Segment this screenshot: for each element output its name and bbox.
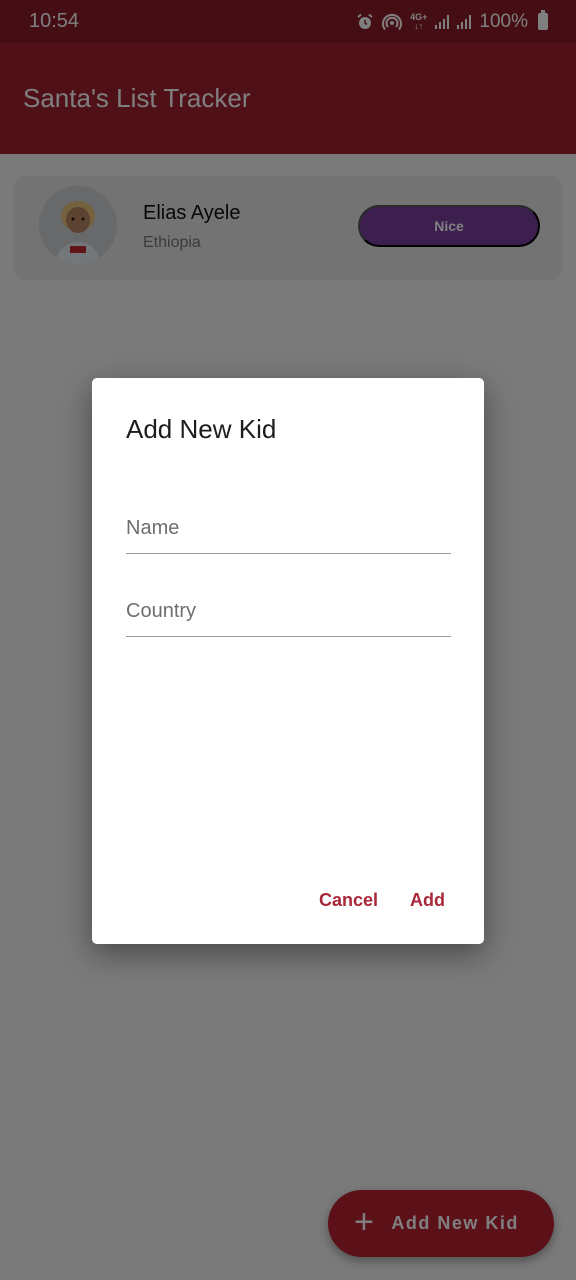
name-input[interactable] xyxy=(126,504,451,553)
dialog-actions: Cancel Add xyxy=(308,882,456,919)
country-field[interactable] xyxy=(126,587,451,637)
add-kid-dialog: Add New Kid Cancel Add xyxy=(92,378,484,944)
dialog-title: Add New Kid xyxy=(126,414,277,444)
cancel-button[interactable]: Cancel xyxy=(308,882,389,919)
add-button[interactable]: Add xyxy=(399,882,456,919)
country-input[interactable] xyxy=(126,587,451,636)
name-field[interactable] xyxy=(126,504,451,554)
